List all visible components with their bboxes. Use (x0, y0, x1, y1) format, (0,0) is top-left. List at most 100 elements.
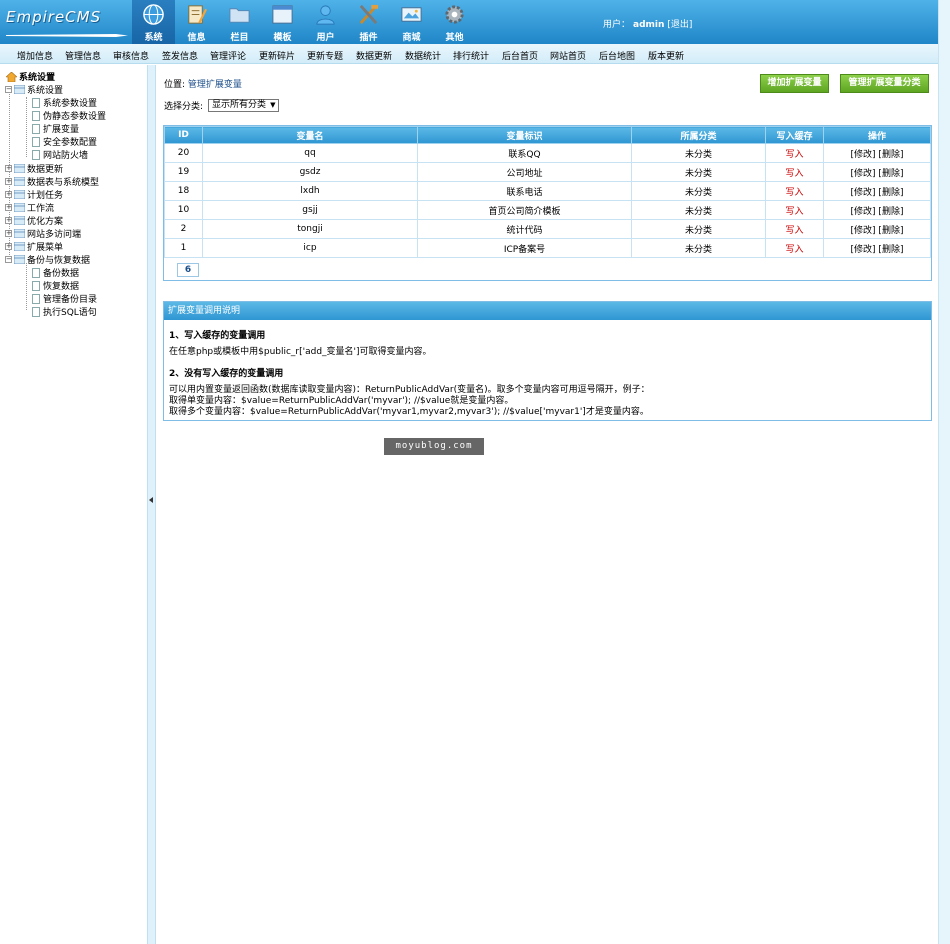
breadcrumb-link[interactable]: 管理扩展变量 (188, 80, 242, 90)
expand-icon[interactable]: + (5, 204, 12, 211)
edit-delete-links[interactable]: [修改] [删除] (823, 200, 931, 220)
nav-shop[interactable]: 商城 (390, 0, 433, 44)
submenu-item[interactable]: 网站首页 (550, 49, 586, 62)
sidebar-item-backup-data[interactable]: 备份数据 (32, 266, 79, 279)
category-select[interactable]: 显示所有分类 ▼ (208, 99, 280, 112)
expand-icon[interactable]: + (5, 165, 12, 172)
nav-column[interactable]: 栏目 (218, 0, 261, 44)
write-cache-link[interactable]: 写入 (765, 181, 824, 201)
edit-delete-links[interactable]: [修改] [删除] (823, 238, 931, 258)
sidebar-item-workflow[interactable]: + 工作流 (5, 201, 54, 214)
folder-icon (14, 164, 25, 173)
document-icon (32, 110, 40, 121)
collapse-icon[interactable]: − (5, 256, 12, 263)
nav-user[interactable]: 用户 (304, 0, 347, 44)
user-icon (316, 5, 335, 25)
submenu-item[interactable]: 审核信息 (113, 49, 149, 62)
cell-label: 公司地址 (417, 162, 632, 182)
submenu-item[interactable]: 签发信息 (162, 49, 198, 62)
write-cache-link[interactable]: 写入 (765, 143, 824, 163)
sidebar-item-extend-menu[interactable]: + 扩展菜单 (5, 240, 63, 253)
logout-link[interactable]: [退出] (667, 20, 692, 30)
sidebar-item-optimize[interactable]: + 优化方案 (5, 214, 63, 227)
folder-open-icon (14, 255, 25, 264)
sidebar-item-exec-sql[interactable]: 执行SQL语句 (32, 305, 97, 318)
variable-table: ID 变量名 变量标识 所属分类 写入缓存 操作 20 qq 联系QQ 未分类 … (163, 125, 932, 281)
cell-category: 未分类 (631, 143, 766, 163)
nav-info[interactable]: 信息 (175, 0, 218, 44)
write-cache-link[interactable]: 写入 (765, 200, 824, 220)
submenu-item[interactable]: 更新碎片 (259, 49, 295, 62)
help-section2-line3: 取得多个变量内容：$value=ReturnPublicAddVar('myva… (169, 407, 649, 417)
write-cache-link[interactable]: 写入 (765, 162, 824, 182)
nav-plugin[interactable]: 插件 (347, 0, 390, 44)
nav-label: 系统 (144, 33, 163, 43)
submenu-item[interactable]: 后台首页 (502, 49, 538, 62)
submenu-item[interactable]: 排行统计 (453, 49, 489, 62)
folder-open-icon (14, 85, 25, 94)
sidebar-item-multi-access[interactable]: + 网站多访问端 (5, 227, 81, 240)
home-icon (6, 71, 17, 82)
sidebar-item-restore-data[interactable]: 恢复数据 (32, 279, 79, 292)
expand-icon[interactable]: + (5, 230, 12, 237)
cell-label: 首页公司简介模板 (417, 200, 632, 220)
nav-label: 用户 (316, 33, 335, 43)
sidebar-tree: 系统设置 − 系统设置 系统参数设置 伪静态参数设置 扩展变量 安全参数配置 网… (0, 65, 147, 944)
submenu-item[interactable]: 增加信息 (17, 49, 53, 62)
expand-icon[interactable]: + (5, 178, 12, 185)
write-cache-link[interactable]: 写入 (765, 219, 824, 239)
nav-label: 商城 (402, 33, 421, 43)
sidebar-item-sys-params[interactable]: 系统参数设置 (32, 96, 97, 109)
nav-other[interactable]: 其他 (433, 0, 476, 44)
col-header-id: ID (164, 126, 203, 144)
collapse-icon[interactable]: − (5, 86, 12, 93)
top-nav: 系统 信息 栏目 模板 用户 插件 商城 其他 (132, 0, 476, 44)
sidebar-item-label: 数据表与系统模型 (27, 178, 100, 188)
submenu-item[interactable]: 管理信息 (65, 49, 101, 62)
sidebar-item-tables-models[interactable]: + 数据表与系统模型 (5, 175, 99, 188)
submenu-item[interactable]: 数据统计 (405, 49, 441, 62)
submenu-item[interactable]: 管理评论 (210, 49, 246, 62)
edit-delete-links[interactable]: [修改] [删除] (823, 219, 931, 239)
nav-template[interactable]: 模板 (261, 0, 304, 44)
sidebar-item-system-settings[interactable]: − 系统设置 (5, 83, 63, 96)
empirecms-logo[interactable]: EmpireCMS (6, 6, 130, 40)
submenu-item[interactable]: 后台地图 (599, 49, 635, 62)
add-var-button[interactable]: 增加扩展变量 (760, 74, 829, 93)
collapse-arrow-icon[interactable] (149, 497, 153, 503)
submenu-item[interactable]: 更新专题 (307, 49, 343, 62)
nav-label: 其他 (445, 33, 464, 43)
table-row: 2 tongji 统计代码 未分类 写入 [修改] [删除] (164, 219, 931, 239)
sidebar-item-scheduled-tasks[interactable]: + 计划任务 (5, 188, 63, 201)
edit-delete-links[interactable]: [修改] [删除] (823, 143, 931, 163)
expand-icon[interactable]: + (5, 217, 12, 224)
submenu-item[interactable]: 版本更新 (648, 49, 684, 62)
write-cache-link[interactable]: 写入 (765, 238, 824, 258)
nav-system[interactable]: 系统 (132, 0, 175, 44)
expand-icon[interactable]: + (5, 243, 12, 250)
edit-delete-links[interactable]: [修改] [删除] (823, 162, 931, 182)
nav-label: 栏目 (230, 33, 249, 43)
category-select-value: 显示所有分类 (212, 100, 267, 110)
sidebar-item-security-params[interactable]: 安全参数配置 (32, 135, 97, 148)
sidebar-item-backup-restore[interactable]: − 备份与恢复数据 (5, 253, 90, 266)
sidebar-splitter[interactable] (147, 65, 156, 944)
submenu-item[interactable]: 数据更新 (356, 49, 392, 62)
manage-var-class-button[interactable]: 管理扩展变量分类 (840, 74, 929, 93)
cell-label: 联系QQ (417, 143, 632, 163)
document-icon (32, 149, 40, 160)
sidebar-item-extend-vars[interactable]: 扩展变量 (32, 122, 79, 135)
sidebar-item-label: 备份与恢复数据 (27, 256, 91, 266)
document-icon (32, 136, 40, 147)
sidebar-item-backup-dir[interactable]: 管理备份目录 (32, 292, 97, 305)
edit-delete-links[interactable]: [修改] [删除] (823, 181, 931, 201)
document-icon (32, 306, 40, 317)
sidebar-item-data-update[interactable]: + 数据更新 (5, 162, 63, 175)
total-count-badge: 6 (177, 263, 199, 277)
sidebar-root[interactable]: 系统设置 (6, 70, 55, 83)
sidebar-item-firewall[interactable]: 网站防火墙 (32, 148, 88, 161)
folder-icon (14, 216, 25, 225)
expand-icon[interactable]: + (5, 191, 12, 198)
cell-name: tongji (202, 219, 418, 239)
sidebar-item-rewrite-params[interactable]: 伪静态参数设置 (32, 109, 106, 122)
